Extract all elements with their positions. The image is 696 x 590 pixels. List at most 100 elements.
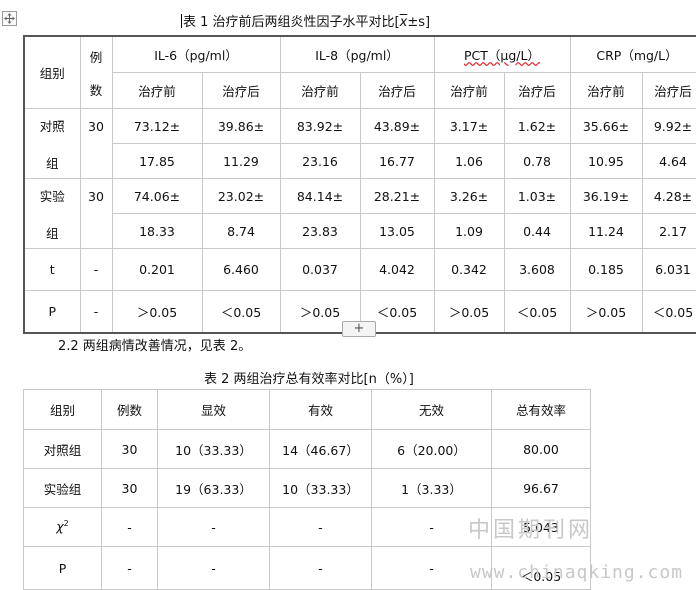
value-cell: 36.19± bbox=[569, 178, 643, 214]
value-cell: 14（46.67） bbox=[269, 429, 372, 469]
header-count: 例数 bbox=[79, 35, 113, 109]
t-label: t bbox=[23, 248, 81, 291]
value-cell: 10（33.33） bbox=[157, 429, 270, 469]
header-before: 治疗前 bbox=[569, 72, 643, 109]
value-cell: ＜0.05 bbox=[641, 290, 696, 334]
value-cell: 83.92± bbox=[279, 108, 361, 144]
header-group: 组别 bbox=[23, 35, 81, 109]
text-cursor bbox=[181, 14, 182, 28]
body-paragraph: 2.2 两组病情改善情况，见表 2。 bbox=[58, 339, 252, 354]
insert-row-button[interactable]: + bbox=[342, 321, 376, 337]
value-cell: 43.89± bbox=[359, 108, 435, 144]
header-after: 治疗后 bbox=[503, 72, 571, 109]
value-cell: 9.92± bbox=[641, 108, 696, 144]
value-cell: 4.28± bbox=[641, 178, 696, 214]
count-cell: - bbox=[79, 290, 113, 334]
count-cell: 30 bbox=[79, 178, 113, 249]
header-after: 治疗后 bbox=[359, 72, 435, 109]
value-cell: 0.201 bbox=[111, 248, 203, 291]
t-stat-row: t - 0.201 6.460 0.037 4.042 0.342 3.608 … bbox=[23, 248, 696, 291]
value-cell: 0.037 bbox=[279, 248, 361, 291]
group-cell: 对照组 bbox=[23, 429, 102, 469]
value-cell: 8.74 bbox=[201, 213, 281, 249]
value-cell: - bbox=[101, 546, 158, 590]
value-cell: 80.00 bbox=[491, 429, 591, 469]
value-cell: 4.042 bbox=[359, 248, 435, 291]
p-label: P bbox=[23, 546, 102, 590]
header-row: 组别 例数 显效 有效 无效 总有效率 bbox=[23, 389, 591, 430]
value-cell: 96.67 bbox=[491, 468, 591, 508]
value-cell: 0.78 bbox=[503, 143, 571, 179]
table2-caption: 表 2 两组治疗总有效率对比[n（%）] bbox=[204, 372, 414, 387]
header-cell: 无效 bbox=[371, 389, 492, 430]
value-cell: 11.29 bbox=[201, 143, 281, 179]
inflammatory-factor-table: 组别 例数 IL-6（pg/ml） IL-8（pg/ml） PCT（μg/L） … bbox=[23, 35, 696, 334]
move-arrows-icon bbox=[4, 13, 15, 24]
value-cell: ＞0.05 bbox=[433, 290, 505, 334]
value-cell: ＜0.05 bbox=[503, 290, 571, 334]
value-cell: 19（63.33） bbox=[157, 468, 270, 508]
value-cell: 0.342 bbox=[433, 248, 505, 291]
table1-caption: 表 1 治疗前后两组炎性因子水平对比[x±s] bbox=[181, 14, 431, 30]
value-cell: 0.185 bbox=[569, 248, 643, 291]
value-cell: ＜0.05 bbox=[201, 290, 281, 334]
value-cell: 1（3.33） bbox=[371, 468, 492, 508]
value-cell: - bbox=[157, 546, 270, 590]
value-cell: 6.031 bbox=[641, 248, 696, 291]
count-cell: 30 bbox=[101, 429, 158, 469]
table-row: 实验组 30 19（63.33） 10（33.33） 1（3.33） 96.67 bbox=[23, 468, 591, 508]
header-cell: 例数 bbox=[101, 389, 158, 430]
header-cell: 显效 bbox=[157, 389, 270, 430]
value-cell: 3.26± bbox=[433, 178, 505, 214]
efficacy-table: 组别 例数 显效 有效 无效 总有效率 对照组 30 10（33.33） 14（… bbox=[23, 389, 591, 590]
header-cell: 组别 bbox=[23, 389, 102, 430]
header-before: 治疗前 bbox=[279, 72, 361, 109]
value-cell: 17.85 bbox=[111, 143, 203, 179]
count-cell: 30 bbox=[79, 108, 113, 179]
value-cell: 3.17± bbox=[433, 108, 505, 144]
count-cell: - bbox=[79, 248, 113, 291]
value-cell: 2.17 bbox=[641, 213, 696, 249]
value-cell: 1.09 bbox=[433, 213, 505, 249]
table-row: 17.85 11.29 23.16 16.77 1.06 0.78 10.95 … bbox=[24, 143, 696, 179]
header-after: 治疗后 bbox=[201, 72, 281, 109]
value-cell: 13.05 bbox=[359, 213, 435, 249]
value-cell: 18.33 bbox=[111, 213, 203, 249]
value-cell: 1.06 bbox=[433, 143, 505, 179]
value-cell: 84.14± bbox=[279, 178, 361, 214]
value-cell: ＞0.05 bbox=[569, 290, 643, 334]
header-before: 治疗前 bbox=[111, 72, 203, 109]
group-cell: 实验组 bbox=[23, 178, 81, 249]
header-pct: PCT（μg/L） bbox=[433, 35, 571, 73]
table-row: 对照组 30 73.12± 39.86± 83.92± 43.89± 3.17±… bbox=[23, 108, 696, 179]
value-cell: 6.460 bbox=[201, 248, 281, 291]
header-crp: CRP（mg/L） bbox=[569, 35, 696, 73]
value-cell: 10（33.33） bbox=[269, 468, 372, 508]
table-move-handle[interactable] bbox=[2, 11, 17, 26]
count-cell: 30 bbox=[101, 468, 158, 508]
watermark-title: 中国期刊网 bbox=[468, 518, 594, 543]
header-before: 治疗前 bbox=[433, 72, 505, 109]
value-cell: 1.03± bbox=[503, 178, 571, 214]
header-cell: 有效 bbox=[269, 389, 372, 430]
chi-square-label: χ2 bbox=[23, 507, 102, 547]
value-cell: - bbox=[269, 546, 372, 590]
value-cell: 4.64 bbox=[641, 143, 696, 179]
value-cell: 6（20.00） bbox=[371, 429, 492, 469]
group-cell: 实验组 bbox=[23, 468, 102, 508]
value-cell: - bbox=[101, 507, 158, 547]
value-cell: 0.44 bbox=[503, 213, 571, 249]
p-label: P bbox=[23, 290, 81, 334]
header-after: 治疗后 bbox=[641, 72, 696, 109]
value-cell: 10.95 bbox=[569, 143, 643, 179]
value-cell: 28.21± bbox=[359, 178, 435, 214]
value-cell: 35.66± bbox=[569, 108, 643, 144]
value-cell: - bbox=[157, 507, 270, 547]
table-row: 对照组 30 10（33.33） 14（46.67） 6（20.00） 80.0… bbox=[23, 429, 591, 469]
header-il8: IL-8（pg/ml） bbox=[279, 35, 435, 73]
value-cell: - bbox=[269, 507, 372, 547]
value-cell: 23.16 bbox=[279, 143, 361, 179]
table-row: 实验组 30 74.06± 23.02± 84.14± 28.21± 3.26±… bbox=[23, 178, 696, 249]
value-cell: 16.77 bbox=[359, 143, 435, 179]
value-cell: ＞0.05 bbox=[111, 290, 203, 334]
